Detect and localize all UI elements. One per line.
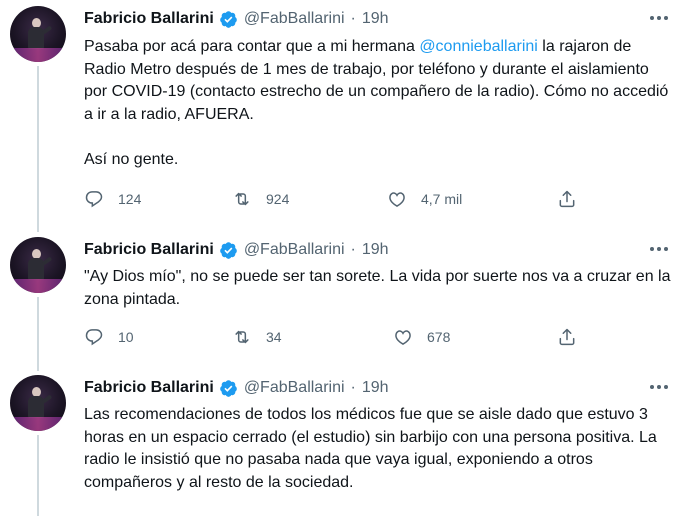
verified-badge-icon [219, 241, 237, 259]
like-icon [395, 330, 411, 345]
retweet-icon [235, 192, 249, 206]
tweet-text-paragraph: Las recomendaciones de todos los médicos… [84, 406, 657, 491]
author-handle[interactable]: @FabBallarini [244, 379, 345, 397]
more-options-icon[interactable] [650, 247, 668, 253]
reply-icon [85, 191, 103, 208]
author-name[interactable]: Fabricio Ballarini [84, 10, 214, 28]
like-count: 4,7 mil [421, 191, 463, 207]
verified-badge-icon [219, 379, 237, 397]
tweet-text-paragraph: Así no gente. [84, 150, 179, 168]
tweet-text: Pasaba por acá para contar que a mi herm… [84, 36, 674, 171]
tweet-actions: 10 34 678 [84, 325, 604, 349]
reply-count: 124 [118, 191, 142, 207]
avatar[interactable] [10, 237, 66, 293]
retweet-count: 924 [266, 191, 290, 207]
tweet-text-paragraph: "Ay Dios mío", no se puede ser tan soret… [84, 268, 671, 308]
author-name[interactable]: Fabricio Ballarini [84, 241, 214, 259]
like-icon [389, 192, 405, 207]
tweet-text: "Ay Dios mío", no se puede ser tan soret… [84, 266, 674, 311]
thread-line [37, 66, 39, 232]
share-button[interactable] [557, 187, 591, 211]
avatar[interactable] [10, 6, 66, 62]
mention-link[interactable]: @connieballarini [419, 38, 538, 55]
like-button[interactable]: 4,7 mil [387, 187, 462, 211]
thread-line [37, 297, 39, 371]
tweet-text: Las recomendaciones de todos los médicos… [84, 404, 674, 494]
author-name[interactable]: Fabricio Ballarini [84, 379, 214, 397]
tweet-header: Fabricio Ballarini @FabBallarini · 19h [84, 8, 389, 30]
like-button[interactable]: 678 [393, 325, 450, 349]
retweet-button[interactable]: 924 [232, 187, 289, 211]
timestamp[interactable]: 19h [362, 379, 389, 397]
share-icon [559, 328, 575, 346]
tweet-header: Fabricio Ballarini @FabBallarini · 19h [84, 239, 389, 261]
author-handle[interactable]: @FabBallarini [244, 10, 345, 28]
timestamp[interactable]: 19h [362, 241, 389, 259]
share-button[interactable] [557, 325, 591, 349]
verified-badge-icon [219, 10, 237, 28]
thread-line [37, 435, 39, 516]
retweet-icon [235, 330, 249, 344]
more-options-icon[interactable] [650, 385, 668, 391]
like-count: 678 [427, 329, 451, 345]
separator-dot: · [350, 241, 356, 258]
tweet-actions: 124 924 4,7 mil [84, 187, 604, 211]
reply-count: 10 [118, 329, 134, 345]
separator-dot: · [350, 379, 356, 396]
tweet-text-part: Pasaba por acá para contar que a mi herm… [84, 38, 420, 55]
timestamp[interactable]: 19h [362, 10, 389, 28]
share-icon [559, 190, 575, 208]
more-options-icon[interactable] [650, 16, 668, 22]
reply-icon [85, 329, 103, 346]
retweet-count: 34 [266, 329, 282, 345]
author-handle[interactable]: @FabBallarini [244, 241, 345, 259]
retweet-button[interactable]: 34 [232, 325, 282, 349]
reply-button[interactable]: 124 [84, 187, 141, 211]
separator-dot: · [350, 10, 356, 27]
reply-button[interactable]: 10 [84, 325, 134, 349]
tweet-header: Fabricio Ballarini @FabBallarini · 19h [84, 377, 389, 399]
avatar[interactable] [10, 375, 66, 431]
